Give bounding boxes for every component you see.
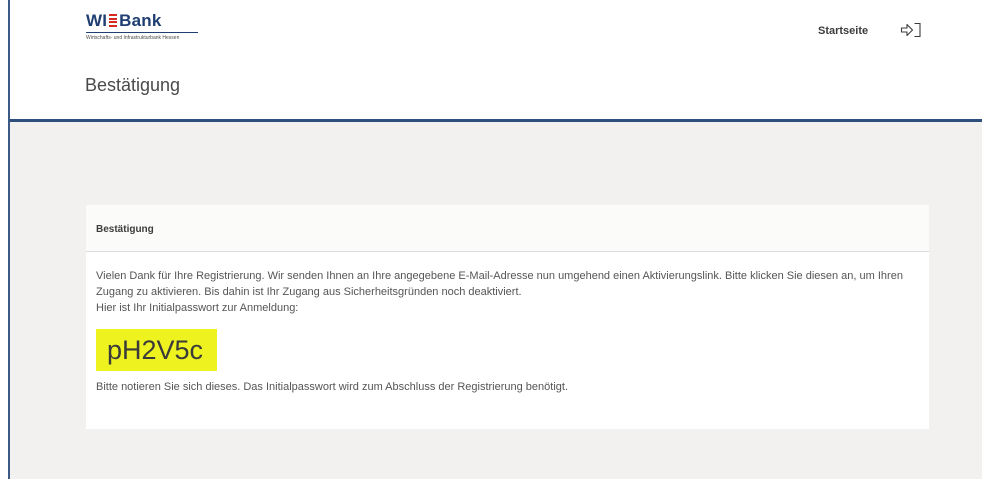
nav-startseite-link[interactable]: Startseite <box>818 25 868 37</box>
login-icon[interactable] <box>900 22 922 38</box>
panel-header: Bestätigung <box>86 205 929 252</box>
password-note: Bitte notieren Sie sich dieses. Das Init… <box>96 381 569 393</box>
initial-password: pH2V5c <box>96 329 218 371</box>
logo-subline: Wirtschafts- und Infrastrukturbank Hesse… <box>86 35 180 41</box>
logo-underline <box>86 32 198 33</box>
wibank-logo[interactable]: WI Bank Wirtschafts- und Infrastrukturban… <box>86 11 206 49</box>
top-bar: WI Bank Wirtschafts- und Infrastrukturban… <box>10 0 982 60</box>
login-icon-svg <box>900 22 921 38</box>
logo-red-bars-icon <box>109 14 118 27</box>
password-intro: Hier ist Ihr Initialpasswort zur Anmeldu… <box>96 302 299 314</box>
confirmation-panel: Bestätigung Vielen Dank für Ihre Registr… <box>86 205 929 429</box>
page-title-bar: Bestätigung <box>10 60 982 120</box>
content-area: Bestätigung Vielen Dank für Ihre Registr… <box>10 122 982 479</box>
logo-wordmark: WI Bank <box>86 11 162 31</box>
panel-heading: Bestätigung <box>96 224 154 235</box>
logo-text-right: Bank <box>119 11 162 30</box>
page-title: Bestätigung <box>85 75 181 95</box>
app-frame: WI Bank Wirtschafts- und Infrastrukturban… <box>8 0 982 479</box>
panel-body: Vielen Dank für Ihre Registrierung. Wir … <box>86 252 929 395</box>
logo-text-left: WI <box>86 11 108 30</box>
registration-message: Vielen Dank für Ihre Registrierung. Wir … <box>96 270 903 298</box>
